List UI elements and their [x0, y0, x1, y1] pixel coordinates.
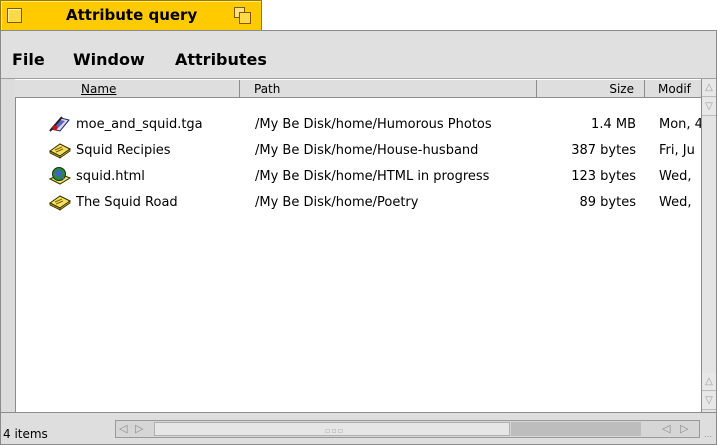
menu-attributes[interactable]: Attributes [175, 50, 267, 69]
column-header: Name Path Size Modif [15, 79, 701, 98]
row-name: squid.html [76, 169, 145, 184]
list-row[interactable]: squid.html /My Be Disk/home/HTML in prog… [16, 164, 701, 190]
row-name: Squid Recipies [76, 143, 171, 158]
scroll-down-arrow-icon[interactable]: ▽ [702, 98, 716, 116]
scroll-up-arrow-icon[interactable]: △ [702, 373, 716, 391]
row-name: The Squid Road [76, 195, 178, 210]
zoom-box-icon[interactable] [234, 7, 251, 24]
column-path[interactable]: Path [240, 80, 537, 97]
query-window: File Window Attributes Name Path Size Mo… [0, 30, 717, 445]
list-row[interactable]: The Squid Road /My Be Disk/home/Poetry 8… [16, 190, 701, 216]
row-path: /My Be Disk/home/Humorous Photos [255, 117, 492, 132]
grip-icon: ▫▫▫ [325, 426, 345, 435]
window-title: Attribute query [66, 6, 198, 24]
row-size: 123 bytes [571, 169, 636, 184]
document-icon [49, 143, 71, 159]
vertical-scrollbar[interactable]: △ ▽ △ ▽ [701, 79, 716, 412]
column-size[interactable]: Size [537, 80, 645, 97]
scroll-left-arrow-icon[interactable]: ◁ [662, 421, 670, 437]
close-box[interactable] [7, 8, 22, 23]
document-icon [49, 195, 71, 211]
row-modified: Wed, [659, 169, 692, 184]
row-size: 89 bytes [579, 195, 637, 210]
row-name: moe_and_squid.tga [76, 117, 203, 132]
column-modified[interactable]: Modif [645, 80, 701, 97]
row-modified: Fri, Ju [659, 143, 695, 158]
results-list: moe_and_squid.tga /My Be Disk/home/Humor… [15, 98, 701, 412]
row-modified: Wed, [659, 195, 692, 210]
horizontal-scrollbar[interactable]: ◁ ▷ ▫▫▫ ◁ ▷ [115, 420, 700, 438]
html-file-icon [48, 167, 72, 185]
item-count: 4 items [3, 427, 48, 441]
row-modified: Mon, 4 [659, 117, 701, 132]
scroll-left-arrow-icon[interactable]: ◁ [119, 421, 127, 437]
row-size: 387 bytes [571, 143, 636, 158]
scroll-up-arrow-icon[interactable]: △ [702, 79, 716, 97]
image-file-icon [49, 116, 70, 132]
window-title-tab[interactable]: Attribute query [0, 0, 262, 30]
scroll-trough[interactable] [511, 422, 641, 436]
scroll-right-arrow-icon[interactable]: ▷ [680, 421, 688, 437]
scroll-down-arrow-icon[interactable]: ▽ [702, 392, 716, 410]
resize-grip-icon[interactable]: ⋯ [704, 432, 714, 442]
menu-bar: File Window Attributes [1, 31, 716, 79]
scroll-right-arrow-icon[interactable]: ▷ [135, 421, 143, 437]
list-row[interactable]: Squid Recipies /My Be Disk/home/House-hu… [16, 138, 701, 164]
column-name[interactable]: Name [15, 80, 240, 97]
row-path: /My Be Disk/home/House-husband [255, 143, 479, 158]
row-path: /My Be Disk/home/HTML in progress [255, 169, 490, 184]
list-row[interactable]: moe_and_squid.tga /My Be Disk/home/Humor… [16, 112, 701, 138]
row-path: /My Be Disk/home/Poetry [255, 195, 419, 210]
status-bar: 4 items ◁ ▷ ▫▫▫ ◁ ▷ ⋯ [1, 412, 716, 444]
row-size: 1.4 MB [591, 117, 636, 132]
menu-file[interactable]: File [12, 50, 45, 69]
scroll-thumb[interactable]: ▫▫▫ [154, 422, 510, 436]
menu-window[interactable]: Window [73, 50, 145, 69]
